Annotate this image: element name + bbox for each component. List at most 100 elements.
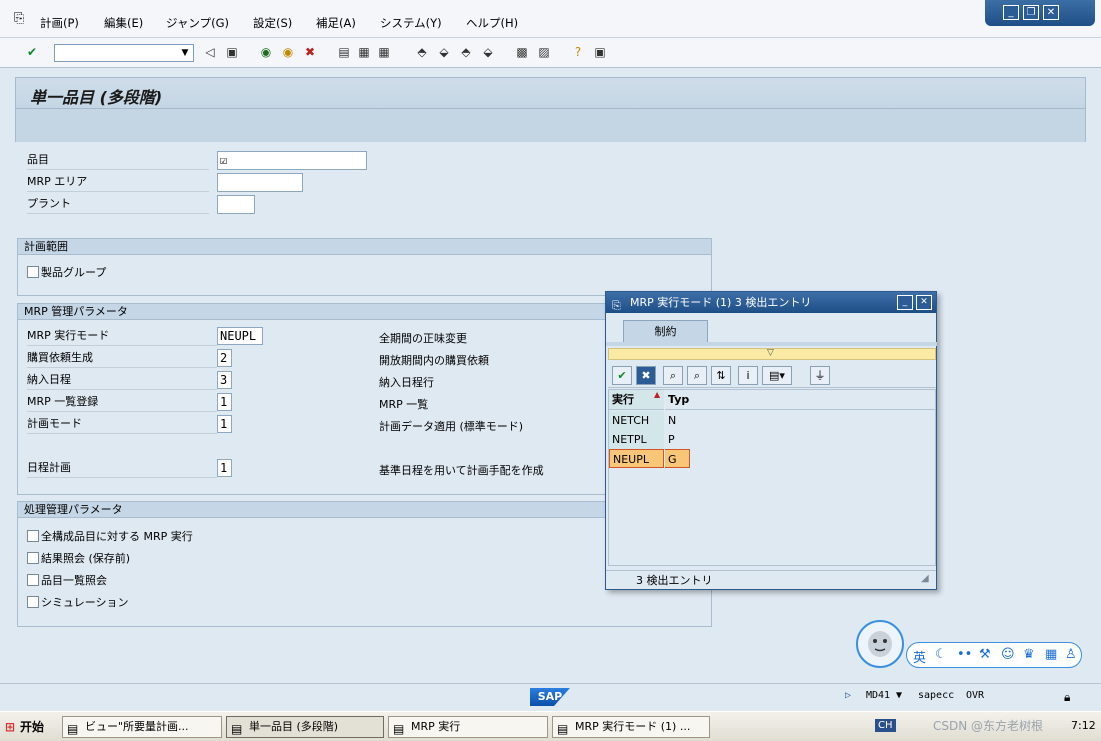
task-mrp-run[interactable]: ▤ MRP 実行 [388, 716, 548, 738]
popup-minimize-button[interactable]: _ [897, 295, 913, 310]
info-icon[interactable]: i [738, 366, 758, 385]
row-code-selected[interactable]: NEUPL [609, 449, 664, 468]
back-arrow-icon[interactable]: ◁ [202, 44, 218, 60]
material-list-checkbox[interactable] [27, 574, 39, 586]
menu-help[interactable]: ヘルプ(H) [466, 15, 518, 31]
restore-button[interactable]: ❐ [1023, 5, 1039, 20]
confirm-icon[interactable]: ✔ [612, 366, 632, 385]
lock-icon[interactable]: 🔒︎ [1064, 690, 1070, 705]
row-type[interactable]: P [665, 430, 695, 449]
menu-extras[interactable]: 補足(A) [316, 15, 356, 31]
scheduling-input[interactable]: 1 [217, 459, 232, 477]
first-page-icon[interactable]: ⬘ [414, 44, 430, 60]
moon-icon[interactable]: ☾ [935, 647, 947, 662]
cancel-icon[interactable]: ✖ [302, 44, 318, 60]
task-mrp-mode-popup[interactable]: ▤ MRP 実行モード (1) ... [552, 716, 710, 738]
planning-mode-desc: 計画データ適用 (標準モード) [379, 420, 524, 433]
find-next-icon[interactable]: ▦ [376, 44, 392, 60]
punctuation-icon[interactable]: •• [957, 647, 972, 662]
product-group-label: 製品グループ [41, 266, 107, 279]
help-icon[interactable]: ? [570, 44, 586, 60]
scheduling-label: 日程計画 [27, 458, 217, 478]
last-page-icon[interactable]: ⬙ [480, 44, 496, 60]
planning-mode-label: 計画モード [27, 414, 217, 434]
command-field[interactable]: ▼ [54, 44, 194, 62]
prev-page-icon[interactable]: ⬙ [436, 44, 452, 60]
resize-grip-icon[interactable]: ◢ [921, 573, 929, 584]
start-button[interactable]: ⊞ 开始 [2, 716, 52, 738]
row-code[interactable]: NETPL [609, 430, 664, 449]
layout-icon[interactable]: ▣ [592, 44, 608, 60]
menu-settings[interactable]: 設定(S) [253, 15, 292, 31]
watermark: CSDN @东方老树根 [933, 719, 1044, 733]
task-label: 単一品目 (多段階) [249, 720, 339, 733]
sort-icon[interactable]: ⇅ [711, 366, 731, 385]
close-button[interactable]: ✕ [1043, 5, 1059, 20]
mrp-area-input[interactable] [217, 173, 303, 192]
language-indicator[interactable]: CH [875, 719, 896, 732]
menu-icon[interactable]: ⎘ [14, 11, 24, 26]
exit-icon[interactable]: ◉ [280, 44, 296, 60]
menu-goto[interactable]: ジャンプ(G) [166, 15, 229, 31]
shortcut-icon[interactable]: ▨ [536, 44, 552, 60]
task-mrp-view[interactable]: ▤ ビュー"所要量計画... [62, 716, 222, 738]
minimize-button[interactable]: _ [1003, 5, 1019, 20]
tab-restrictions[interactable]: 制約 [623, 320, 708, 342]
popup-close-button[interactable]: ✕ [916, 295, 932, 310]
print-icon[interactable]: ▤ [336, 44, 352, 60]
lock-icon[interactable]: ♙ [1065, 647, 1077, 662]
popup-title: MRP 実行モード (1) 3 検出エントリ [630, 296, 812, 309]
row-code[interactable]: NETCH [609, 411, 664, 430]
expand-handle-icon[interactable]: ▽ [767, 348, 774, 358]
sort-ascending-icon: ▲ [654, 390, 661, 399]
row-type[interactable]: N [665, 411, 695, 430]
find-next-icon[interactable]: ⌕ [687, 366, 707, 385]
filter-icon[interactable]: ⏚ [810, 366, 830, 385]
plant-input[interactable] [217, 195, 255, 214]
purchase-req-input[interactable]: 2 [217, 349, 232, 367]
skin-icon[interactable]: ♛ [1023, 647, 1035, 662]
grid-icon[interactable]: ▦ [1045, 647, 1057, 662]
status-play-icon[interactable]: ▷ [845, 690, 851, 701]
new-session-icon[interactable]: ▩ [514, 44, 530, 60]
delivery-schedule-input[interactable]: 3 [217, 371, 232, 389]
ime-avatar[interactable] [856, 620, 904, 668]
enter-icon[interactable]: ✔ [24, 44, 40, 60]
chevron-down-icon[interactable]: ▼ [177, 45, 193, 61]
material-value: ☑ [220, 153, 228, 167]
simulation-checkbox[interactable] [27, 596, 39, 608]
save-icon[interactable]: ▣ [224, 44, 240, 60]
next-page-icon[interactable]: ⬘ [458, 44, 474, 60]
os-taskbar: ⊞ 开始 ▤ ビュー"所要量計画... ▤ 単一品目 (多段階) ▤ MRP 実… [0, 711, 1101, 741]
system-dropdown-icon[interactable]: ▼ [896, 690, 902, 701]
screen-header: 単一品目 (多段階) [15, 77, 1086, 142]
ime-widget: 英 ☾ •• ⚒ ☺ ♛ ▦ ♙ [856, 620, 1084, 670]
popup-toolbar: ✔ ✖ ⌕ ⌕ ⇅ i ▤▾ ⏚ [608, 363, 936, 388]
mrp-list-input[interactable]: 1 [217, 393, 232, 411]
all-components-checkbox[interactable] [27, 530, 39, 542]
task-label: MRP 実行モード (1) ... [575, 720, 691, 733]
menu-system[interactable]: システム(Y) [380, 15, 442, 31]
menu-edit[interactable]: 編集(E) [104, 15, 143, 31]
popup-status-text: 3 検出エントリ [606, 570, 936, 590]
material-input[interactable]: ☑ [217, 151, 367, 170]
column-header-type[interactable]: Typ [665, 390, 935, 410]
back-icon[interactable]: ◉ [258, 44, 274, 60]
restriction-toggle-bar[interactable]: ▽ [608, 348, 936, 360]
row-type-selected[interactable]: G [665, 449, 690, 468]
find-icon[interactable]: ⌕ [663, 366, 683, 385]
planning-mode-input[interactable]: 1 [217, 415, 232, 433]
wrench-icon[interactable]: ⚒ [979, 647, 991, 662]
window-icon: ▤ [557, 722, 569, 736]
find-icon[interactable]: ▦ [356, 44, 372, 60]
product-group-checkbox[interactable] [27, 266, 39, 278]
cancel-icon[interactable]: ✖ [636, 366, 656, 385]
mrp-mode-input[interactable]: NEUPL [217, 327, 263, 345]
print-icon[interactable]: ▤▾ [762, 366, 792, 385]
ime-toolbar: 英 ☾ •• ⚒ ☺ ♛ ▦ ♙ [906, 642, 1082, 668]
ime-mode[interactable]: 英 [913, 647, 926, 666]
menu-plan[interactable]: 計画(P) [40, 15, 79, 31]
task-single-item[interactable]: ▤ 単一品目 (多段階) [226, 716, 384, 738]
display-results-checkbox[interactable] [27, 552, 39, 564]
emoji-icon[interactable]: ☺ [1001, 647, 1015, 662]
